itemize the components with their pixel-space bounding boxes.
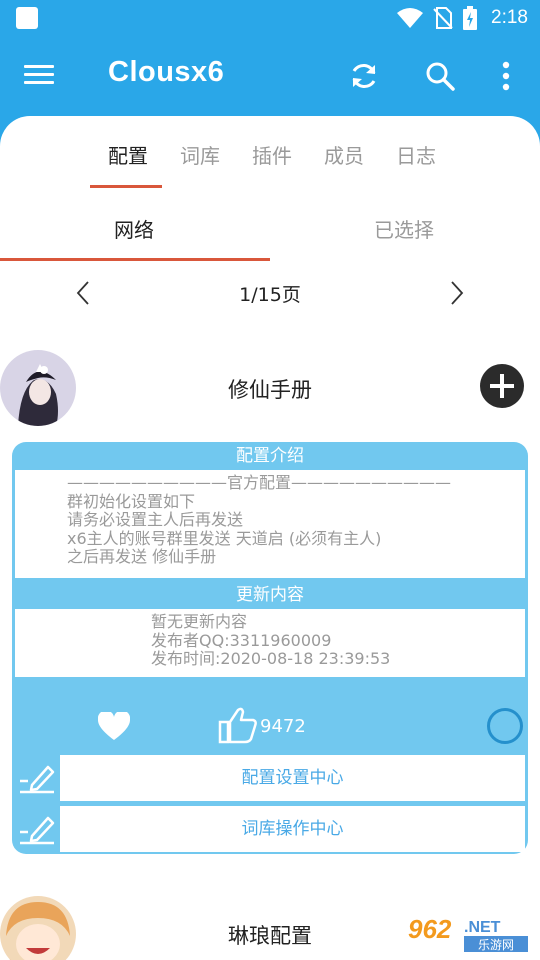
refresh-button[interactable] (346, 58, 382, 94)
update-line: 暂无更新内容 (151, 612, 248, 631)
intro-line: 群初始化设置如下 (67, 491, 196, 511)
tab-lexicon[interactable]: 词库 (180, 140, 220, 169)
tab-plugins[interactable]: 插件 (252, 140, 292, 169)
more-options-button[interactable] (488, 58, 524, 94)
svg-text:.NET: .NET (464, 919, 501, 936)
svg-text:乐游网: 乐游网 (478, 938, 514, 952)
thumbs-up-icon[interactable] (218, 706, 258, 744)
tab-indicator (90, 185, 162, 188)
search-button[interactable] (422, 58, 458, 94)
add-button[interactable] (480, 364, 524, 408)
lexicon-operations-button[interactable]: 词库操作中心 (60, 806, 525, 852)
pagination: 1/15页 (0, 262, 540, 322)
wifi-icon (397, 8, 424, 28)
app-title: Clousx6 (108, 56, 225, 88)
tab-config[interactable]: 配置 (108, 140, 148, 169)
search-icon (426, 62, 455, 91)
lexicon-operations-row: 词库操作中心 (12, 806, 528, 852)
edit-icon[interactable] (18, 761, 58, 797)
subtab-selected[interactable]: 已选择 (374, 214, 434, 243)
menu-button[interactable] (24, 60, 60, 92)
card-actions: 9472 (12, 704, 528, 752)
intro-line: 之后再发送 修仙手册 (67, 547, 217, 566)
update-content: 暂无更新内容 发布者QQ:3311960009 发布时间:2020-08-18 … (15, 609, 525, 677)
entry-title: 修仙手册 (228, 378, 312, 402)
main-tabs: 配置 词库 插件 成员 日志 (0, 116, 540, 190)
subtab-indicator (0, 258, 270, 261)
update-line: 发布者QQ:3311960009 (151, 630, 332, 650)
sub-tabs: 网络 已选择 (0, 190, 540, 262)
app-bar: Clousx6 (0, 36, 540, 116)
content-panel: 配置 词库 插件 成员 日志 网络 已选择 1/15页 修仙手册 配置介绍 ——… (0, 116, 540, 960)
refresh-icon (352, 64, 376, 88)
like-count: 9472 (260, 716, 306, 737)
watermark-logo: 962 .NET 乐游网 (402, 910, 534, 954)
tab-logs[interactable]: 日志 (396, 140, 436, 169)
svg-text:962: 962 (408, 914, 452, 944)
select-radio[interactable] (487, 708, 523, 744)
update-header: 更新内容 (236, 585, 304, 605)
entry-header: 修仙手册 (0, 350, 540, 430)
battery-icon (463, 6, 478, 30)
intro-line: ——————————官方配置—————————— (67, 473, 452, 492)
subtab-network[interactable]: 网络 (114, 214, 154, 243)
intro-line: 请务必设置主人后再发送 (67, 510, 244, 529)
update-line: 发布时间:2020-08-18 23:39:53 (151, 649, 391, 668)
next-page-icon[interactable] (442, 278, 470, 308)
status-icons: 2:18 (397, 4, 528, 32)
more-vert-icon (502, 61, 510, 91)
config-settings-button[interactable]: 配置设置中心 (60, 755, 525, 801)
intro-line: x6主人的账号群里发送 天道启 (必须有主人) (67, 528, 382, 548)
tab-members[interactable]: 成员 (324, 140, 364, 169)
no-sim-icon (433, 7, 453, 29)
edit-icon[interactable] (18, 812, 58, 848)
favorite-icon[interactable] (98, 712, 130, 742)
intro-header: 配置介绍 (236, 446, 304, 466)
config-card: 配置介绍 ——————————官方配置—————————— 群初始化设置如下 请… (12, 442, 528, 854)
notification-icon (16, 7, 38, 29)
config-settings-row: 配置设置中心 (12, 755, 528, 801)
status-bar: 2:18 (0, 0, 540, 36)
intro-content: ——————————官方配置—————————— 群初始化设置如下 请务必设置主… (15, 470, 525, 578)
clock: 2:18 (491, 7, 528, 28)
